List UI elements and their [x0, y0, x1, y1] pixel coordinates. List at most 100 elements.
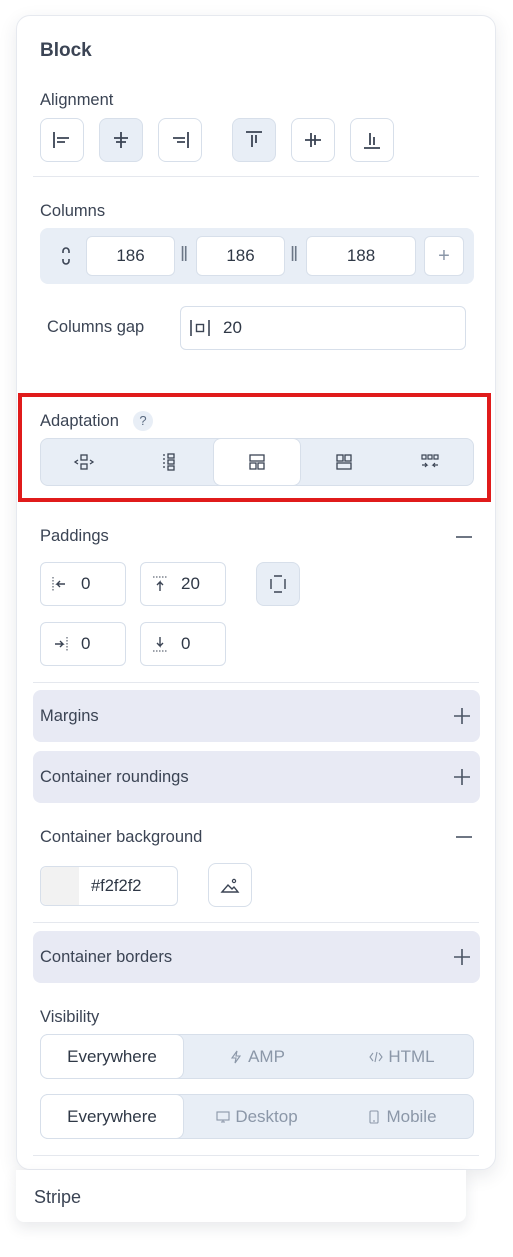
visibility-device-everywhere[interactable]: Everywhere — [41, 1095, 183, 1138]
plus-icon — [452, 947, 472, 967]
visibility-label: Visibility — [40, 1008, 100, 1026]
visibility-device-mobile[interactable]: Mobile — [331, 1095, 473, 1138]
column-width-2[interactable]: 186 — [196, 236, 285, 276]
divider — [33, 922, 479, 923]
adaptation-option-4[interactable] — [301, 439, 387, 485]
column-separator-icon: ‖ — [290, 244, 299, 266]
visibility-format-everywhere-label: Everywhere — [67, 1046, 157, 1066]
padding-left-icon — [52, 577, 65, 591]
adaptation-selector — [40, 438, 474, 486]
padding-bottom-input[interactable]: 0 — [140, 622, 226, 666]
align-right-button[interactable] — [158, 118, 202, 162]
block-title: Block — [40, 40, 92, 61]
adaptation-option-1[interactable] — [41, 439, 127, 485]
columns-label: Columns — [40, 202, 106, 220]
align-bottom-icon — [364, 133, 380, 149]
mobile-icon — [369, 1109, 380, 1124]
align-right-icon — [173, 132, 189, 148]
stack-horizontal-icon — [73, 454, 95, 470]
column-separator-icon: ‖ — [180, 244, 189, 266]
column-width-3[interactable]: 188 — [306, 236, 416, 276]
visibility-format-html[interactable]: HTML — [331, 1035, 473, 1078]
layout-wide-top-icon — [249, 454, 265, 470]
padding-top-value: 20 — [181, 574, 200, 593]
align-middle-icon — [305, 133, 321, 147]
alignment-label: Alignment — [40, 91, 114, 109]
roundings-label: Container roundings — [40, 767, 189, 786]
divider — [33, 176, 479, 177]
padding-top-input[interactable]: 20 — [140, 562, 226, 606]
padding-top-icon — [153, 576, 167, 591]
borders-section[interactable]: Container borders — [33, 931, 480, 983]
plus-icon — [452, 767, 472, 787]
adaptation-label: Adaptation — [40, 412, 119, 430]
visibility-device-everywhere-label: Everywhere — [67, 1106, 157, 1126]
background-color-value: #f2f2f2 — [91, 877, 142, 895]
padding-bottom-icon — [153, 637, 167, 652]
padding-all-icon — [270, 575, 286, 593]
background-label: Container background — [40, 828, 203, 846]
padding-right-value: 0 — [81, 634, 91, 653]
paddings-label: Paddings — [40, 527, 109, 545]
visibility-format-html-label: HTML — [388, 1046, 435, 1066]
columns-gap-label: Columns gap — [47, 318, 145, 336]
paddings-collapse-button[interactable] — [454, 527, 474, 547]
grid-icon — [336, 454, 352, 470]
divider — [33, 682, 479, 683]
adaptation-option-2[interactable] — [127, 439, 213, 485]
padding-link-button[interactable] — [256, 562, 300, 606]
visibility-device-desktop[interactable]: Desktop — [187, 1095, 327, 1138]
block-settings-panel: Block Alignment Columns 186 ‖ 186 ‖ 188 … — [16, 15, 496, 1170]
stripe-section[interactable]: Stripe — [16, 1170, 466, 1222]
visibility-device-selector: Everywhere Desktop Mobile — [40, 1094, 474, 1139]
background-image-button[interactable] — [208, 863, 252, 907]
stack-vertical-icon — [163, 453, 175, 471]
align-left-button[interactable] — [40, 118, 84, 162]
gap-icon — [190, 320, 210, 336]
padding-left-input[interactable]: 0 — [40, 562, 126, 606]
plus-icon — [452, 706, 472, 726]
align-center-button[interactable] — [99, 118, 143, 162]
code-icon — [369, 1051, 384, 1062]
columns-editor: 186 ‖ 186 ‖ 188 + — [40, 228, 474, 284]
align-top-button[interactable] — [232, 118, 276, 162]
align-middle-button[interactable] — [291, 118, 335, 162]
align-bottom-button[interactable] — [350, 118, 394, 162]
image-icon — [220, 878, 240, 893]
color-swatch[interactable] — [41, 867, 79, 905]
link-icon[interactable] — [58, 245, 74, 267]
stripe-label: Stripe — [34, 1187, 82, 1207]
align-left-icon — [53, 132, 69, 148]
columns-gap-value: 20 — [223, 318, 242, 337]
add-column-button[interactable]: + — [424, 236, 464, 276]
background-color-input[interactable]: #f2f2f2 — [40, 866, 178, 906]
desktop-icon — [216, 1110, 230, 1123]
visibility-device-desktop-label: Desktop — [235, 1106, 298, 1126]
padding-right-icon — [55, 637, 68, 651]
visibility-format-selector: Everywhere AMP HTML — [40, 1034, 474, 1079]
padding-bottom-value: 0 — [181, 634, 191, 653]
columns-gap-input[interactable]: 20 — [180, 306, 466, 350]
column-width-1[interactable]: 186 — [86, 236, 175, 276]
padding-right-input[interactable]: 0 — [40, 622, 126, 666]
margins-section[interactable]: Margins — [33, 690, 480, 742]
lightning-icon — [231, 1050, 242, 1063]
borders-label: Container borders — [40, 947, 173, 966]
divider — [33, 1155, 479, 1156]
visibility-format-amp-label: AMP — [248, 1046, 285, 1066]
padding-left-value: 0 — [81, 574, 91, 593]
compress-icon — [421, 454, 439, 468]
visibility-format-amp[interactable]: AMP — [187, 1035, 327, 1078]
background-collapse-button[interactable] — [454, 827, 474, 847]
visibility-device-mobile-label: Mobile — [386, 1106, 437, 1126]
align-top-icon — [246, 131, 262, 147]
adaptation-option-3[interactable] — [214, 439, 300, 485]
minus-icon — [456, 536, 472, 538]
visibility-format-everywhere[interactable]: Everywhere — [41, 1035, 183, 1078]
adaptation-option-5[interactable] — [387, 439, 473, 485]
margins-label: Margins — [40, 706, 99, 725]
roundings-section[interactable]: Container roundings — [33, 751, 480, 803]
align-center-icon — [114, 132, 128, 148]
adaptation-help-icon[interactable]: ? — [133, 411, 153, 431]
minus-icon — [456, 836, 472, 838]
